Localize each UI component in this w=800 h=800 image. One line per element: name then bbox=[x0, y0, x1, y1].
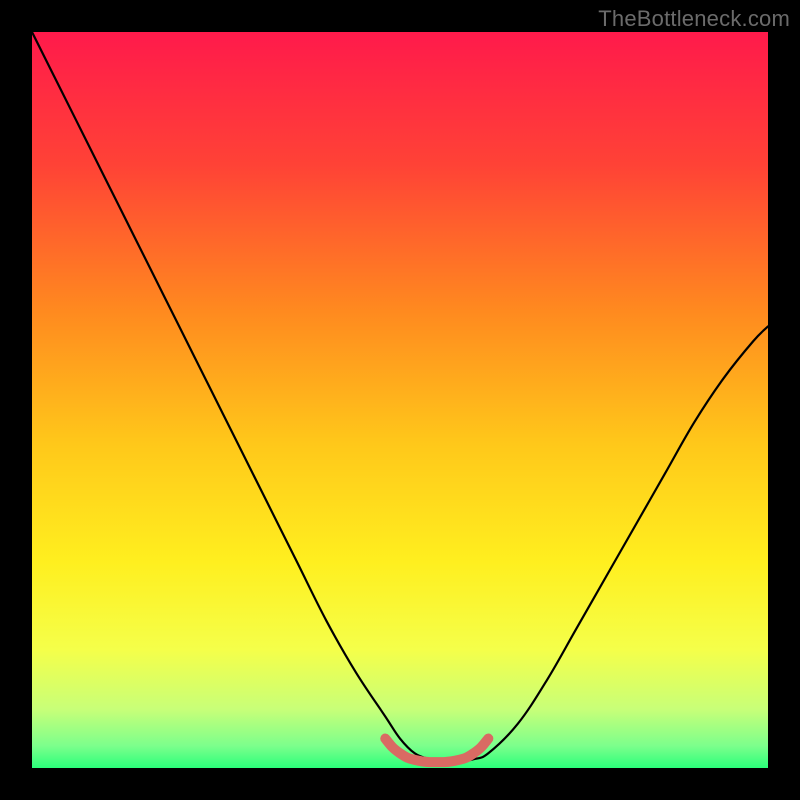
series-optimal-region-marker bbox=[385, 739, 488, 763]
series-bottleneck-curve bbox=[32, 32, 768, 763]
background-gradient bbox=[32, 32, 768, 768]
plot-area bbox=[32, 32, 768, 768]
curve-layer bbox=[32, 32, 768, 768]
chart-frame: TheBottleneck.com bbox=[0, 0, 800, 800]
watermark-text: TheBottleneck.com bbox=[598, 6, 790, 32]
